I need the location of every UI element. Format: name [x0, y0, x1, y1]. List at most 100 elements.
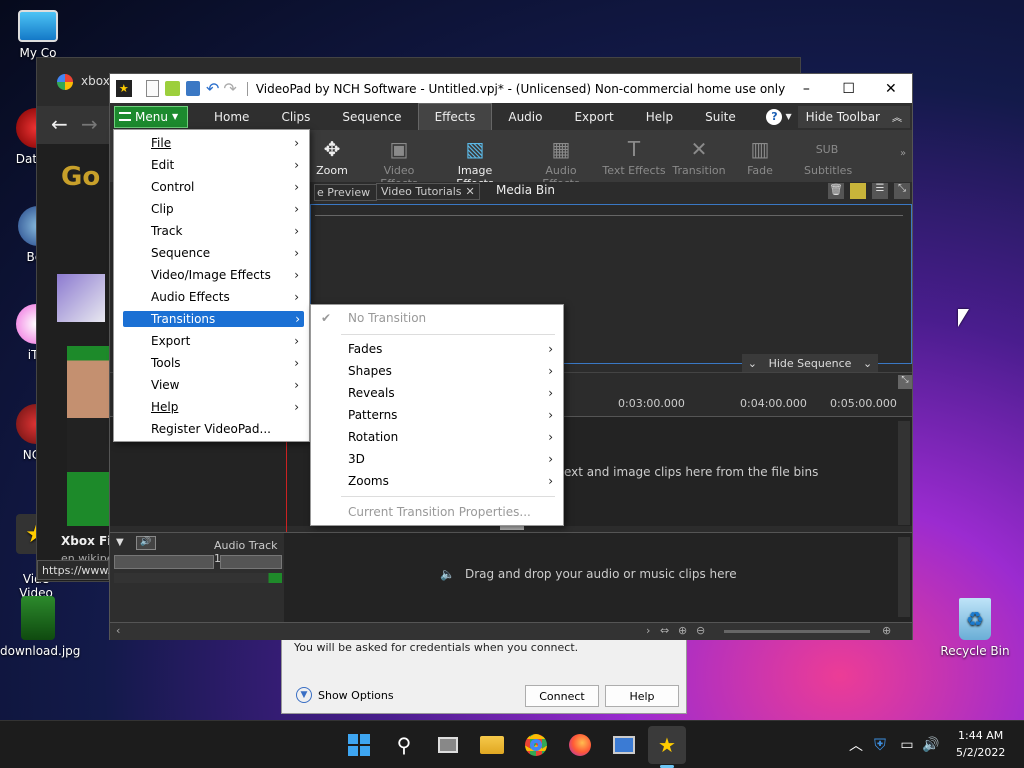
- menu-export[interactable]: Export ›: [114, 330, 309, 352]
- track-divider[interactable]: [500, 526, 524, 530]
- tab-audio[interactable]: Audio: [492, 103, 558, 130]
- minimize-button[interactable]: –: [785, 74, 827, 103]
- browser-tab-title[interactable]: xbox: [81, 74, 110, 88]
- show-options-button[interactable]: ▼ Show Options: [296, 687, 394, 703]
- submenu-no-transition[interactable]: ✔ No Transition: [311, 307, 563, 329]
- tab-sequence[interactable]: Sequence: [326, 103, 417, 130]
- menu-edit[interactable]: Edit ›: [114, 154, 309, 176]
- volume-icon[interactable]: 🔊: [917, 731, 945, 759]
- menu-register[interactable]: Register VideoPad...: [114, 418, 309, 440]
- toolbar-zoom[interactable]: ✥ Zoom: [314, 136, 350, 177]
- submenu-reveals[interactable]: Reveals ›: [311, 382, 563, 404]
- audio-scrollbar[interactable]: [898, 537, 910, 617]
- clock-time[interactable]: 1:44 AM: [958, 729, 1003, 742]
- image-effects-icon: ▧: [465, 137, 485, 161]
- windows-start-icon[interactable]: [345, 731, 373, 759]
- zoom-fit-icon[interactable]: ⊕: [678, 624, 687, 637]
- chevron-right-icon: ›: [548, 474, 553, 488]
- fit-icon[interactable]: ⇔: [660, 624, 669, 637]
- tab-video-tutorials[interactable]: Video Tutorials ✕: [376, 183, 480, 200]
- add-folder-icon[interactable]: [850, 183, 866, 199]
- desktop-icon-my-computer[interactable]: My Co: [0, 10, 76, 60]
- clock-date[interactable]: 5/2/2022: [956, 746, 1005, 759]
- submenu-transition-properties[interactable]: Current Transition Properties...: [311, 501, 563, 523]
- security-shield-icon[interactable]: ⛨: [866, 731, 894, 759]
- redo-icon[interactable]: ↷: [223, 79, 236, 98]
- firefox-icon[interactable]: [566, 731, 594, 759]
- menu-clip[interactable]: Clip ›: [114, 198, 309, 220]
- undock-icon[interactable]: ⤡: [894, 183, 910, 199]
- chevron-down-icon: ⌄: [747, 356, 757, 370]
- chrome-icon[interactable]: [522, 731, 550, 759]
- toolbar-text-effects[interactable]: T Text Effects: [602, 136, 666, 177]
- menu-video-image-effects[interactable]: Video/Image Effects ›: [114, 264, 309, 286]
- submenu-3d[interactable]: 3D ›: [311, 448, 563, 470]
- open-project-icon[interactable]: [164, 81, 181, 96]
- menu-control[interactable]: Control ›: [114, 176, 309, 198]
- help-circle-icon[interactable]: ?: [766, 108, 783, 125]
- tab-export[interactable]: Export: [558, 103, 629, 130]
- menu-file[interactable]: File ›: [114, 132, 309, 154]
- remote-desktop-icon[interactable]: [610, 731, 638, 759]
- tab-suite[interactable]: Suite: [689, 103, 752, 130]
- speaker-icon[interactable]: 🔊: [136, 536, 156, 550]
- scroll-left-icon[interactable]: ‹: [116, 624, 120, 637]
- task-view-icon[interactable]: [434, 731, 462, 759]
- forward-icon[interactable]: →: [81, 112, 98, 136]
- desktop-icon-download-jpg[interactable]: download.jpg: [0, 596, 80, 658]
- maximize-button[interactable]: ☐: [827, 74, 869, 103]
- menu-track[interactable]: Track ›: [114, 220, 309, 242]
- zoom-out-icon[interactable]: ⊖: [696, 624, 705, 637]
- close-tab-icon[interactable]: ✕: [466, 185, 475, 198]
- menu-sequence[interactable]: Sequence ›: [114, 242, 309, 264]
- speaker-muted-icon: 🔈: [440, 567, 455, 581]
- menu-transitions[interactable]: Transitions ›: [123, 311, 304, 327]
- toolbar-fade[interactable]: ▥ Fade: [740, 136, 780, 177]
- undo-icon[interactable]: ↶: [206, 79, 219, 98]
- mouse-cursor-icon: [958, 309, 969, 327]
- menu-help[interactable]: Help ›: [114, 396, 309, 418]
- menu-tools[interactable]: Tools ›: [114, 352, 309, 374]
- list-view-icon[interactable]: ☰: [872, 183, 888, 199]
- help-dropdown-icon[interactable]: ▼: [785, 112, 791, 121]
- undock-timeline-icon[interactable]: ⤡: [898, 375, 912, 389]
- hide-sequence-button[interactable]: ⌄ Hide Sequence ⌄: [742, 354, 878, 372]
- menu-audio-effects[interactable]: Audio Effects ›: [114, 286, 309, 308]
- submenu-shapes[interactable]: Shapes ›: [311, 360, 563, 382]
- back-icon[interactable]: ←: [51, 112, 68, 136]
- tab-home[interactable]: Home: [198, 103, 265, 130]
- search-icon[interactable]: ⚲: [390, 731, 418, 759]
- expand-track-icon[interactable]: ▼: [116, 537, 124, 548]
- hide-toolbar-button[interactable]: Hide Toolbar ︽: [797, 105, 910, 128]
- save-icon[interactable]: [186, 81, 201, 96]
- toolbar-subtitles[interactable]: SUB Subtitles: [804, 136, 852, 178]
- menu-view[interactable]: View ›: [114, 374, 309, 396]
- submenu-rotation[interactable]: Rotation ›: [311, 426, 563, 448]
- videopad-taskbar-icon[interactable]: ★: [648, 726, 686, 764]
- submenu-zooms[interactable]: Zooms ›: [311, 470, 563, 492]
- tab-effects[interactable]: Effects: [417, 103, 493, 130]
- scroll-right-icon[interactable]: ›: [646, 624, 650, 637]
- video-scrollbar[interactable]: [898, 421, 910, 525]
- tab-help[interactable]: Help: [630, 103, 689, 130]
- zoom-in-icon[interactable]: ⊕: [882, 624, 891, 637]
- tab-clips[interactable]: Clips: [265, 103, 326, 130]
- zoom-slider[interactable]: [724, 630, 870, 633]
- menu-button[interactable]: Menu ▼: [114, 105, 188, 128]
- volume-slider[interactable]: [114, 555, 214, 569]
- toolbar-transition[interactable]: ✕ Transition: [672, 136, 726, 177]
- submenu-patterns[interactable]: Patterns ›: [311, 404, 563, 426]
- file-explorer-icon[interactable]: [478, 731, 506, 759]
- more-icon[interactable]: »: [900, 148, 906, 159]
- help-button[interactable]: Help: [605, 685, 679, 707]
- tab-preview[interactable]: e Preview: [314, 184, 378, 201]
- new-project-icon[interactable]: [145, 80, 159, 97]
- submenu-fades[interactable]: Fades ›: [311, 338, 563, 360]
- close-button[interactable]: ✕: [870, 74, 912, 103]
- trash-icon[interactable]: 🗑: [828, 183, 844, 199]
- status-bar: https://www.: [37, 560, 111, 580]
- pan-slider[interactable]: [220, 555, 282, 569]
- desktop-icon-recycle-bin[interactable]: ♻ Recycle Bin: [937, 598, 1013, 658]
- connect-button[interactable]: Connect: [525, 685, 599, 707]
- chevron-right-icon: ›: [294, 400, 299, 414]
